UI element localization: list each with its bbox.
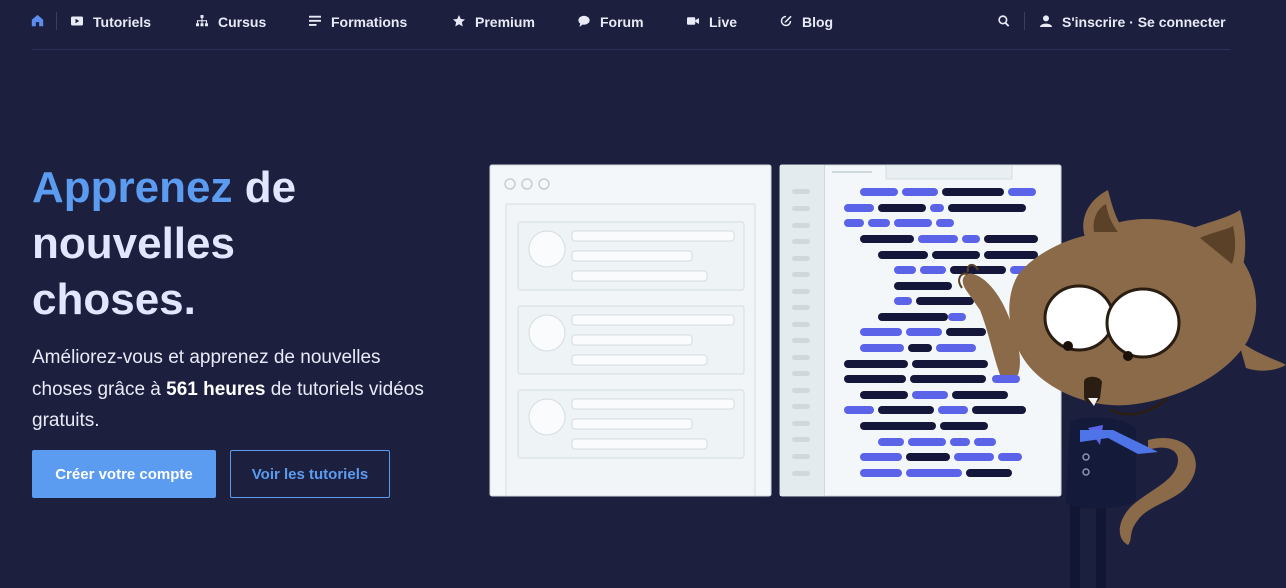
nav-divider-line [32, 49, 1230, 50]
nav-item-label: Formations [331, 14, 408, 30]
hero-title: Apprenez de nouvelles choses. [32, 160, 452, 328]
hero-title-rest: de [232, 163, 297, 212]
auth-label: S'inscrire · Se connecter [1062, 14, 1226, 30]
sitemap-icon [196, 14, 208, 30]
home-icon[interactable] [31, 14, 44, 27]
nav-item-forum[interactable]: Forum [578, 12, 644, 32]
nav-item-tutoriels[interactable]: Tutoriels [71, 12, 151, 32]
nav-item-premium[interactable]: Premium [453, 12, 535, 32]
nav-item-live[interactable]: Live [687, 12, 737, 32]
hero-title-accent: Apprenez [32, 163, 233, 212]
video-camera-icon [687, 14, 699, 30]
star-icon [453, 14, 465, 30]
top-navigation: Tutoriels Cursus Formations Premium Foru… [0, 0, 1286, 44]
nav-item-blog[interactable]: Blog [780, 12, 833, 32]
nav-item-label: Live [709, 14, 738, 30]
hero-illustration [489, 164, 1286, 588]
view-tutorials-button[interactable]: Voir les tutoriels [230, 450, 390, 498]
nav-item-formations[interactable]: Formations [309, 12, 407, 32]
nav-divider [56, 12, 57, 30]
nav-item-label: Premium [475, 14, 535, 30]
nav-item-label: Tutoriels [93, 14, 152, 30]
nav-item-cursus[interactable]: Cursus [196, 12, 266, 32]
nav-item-label: Blog [802, 14, 834, 30]
create-account-button[interactable]: Créer votre compte [32, 450, 216, 498]
nav-item-label: Forum [600, 14, 644, 30]
edit-icon [780, 14, 792, 30]
user-icon [1040, 14, 1052, 30]
list-icon [309, 14, 321, 30]
auth-link[interactable]: S'inscrire · Se connecter [1040, 12, 1226, 32]
nav-item-label: Cursus [218, 14, 267, 30]
hero-title-line-2: nouvelles [32, 219, 235, 268]
hero-hours-highlight: 561 heures [166, 378, 266, 400]
play-icon [71, 14, 83, 30]
hero-description: Améliorez-vous et apprenez de nouvelles … [32, 342, 432, 437]
browser-window-illustration [489, 164, 772, 497]
chat-bubble-icon [578, 14, 590, 30]
nav-divider [1024, 12, 1025, 30]
search-icon[interactable] [998, 14, 1010, 27]
hero-title-line-3: choses. [32, 275, 196, 324]
